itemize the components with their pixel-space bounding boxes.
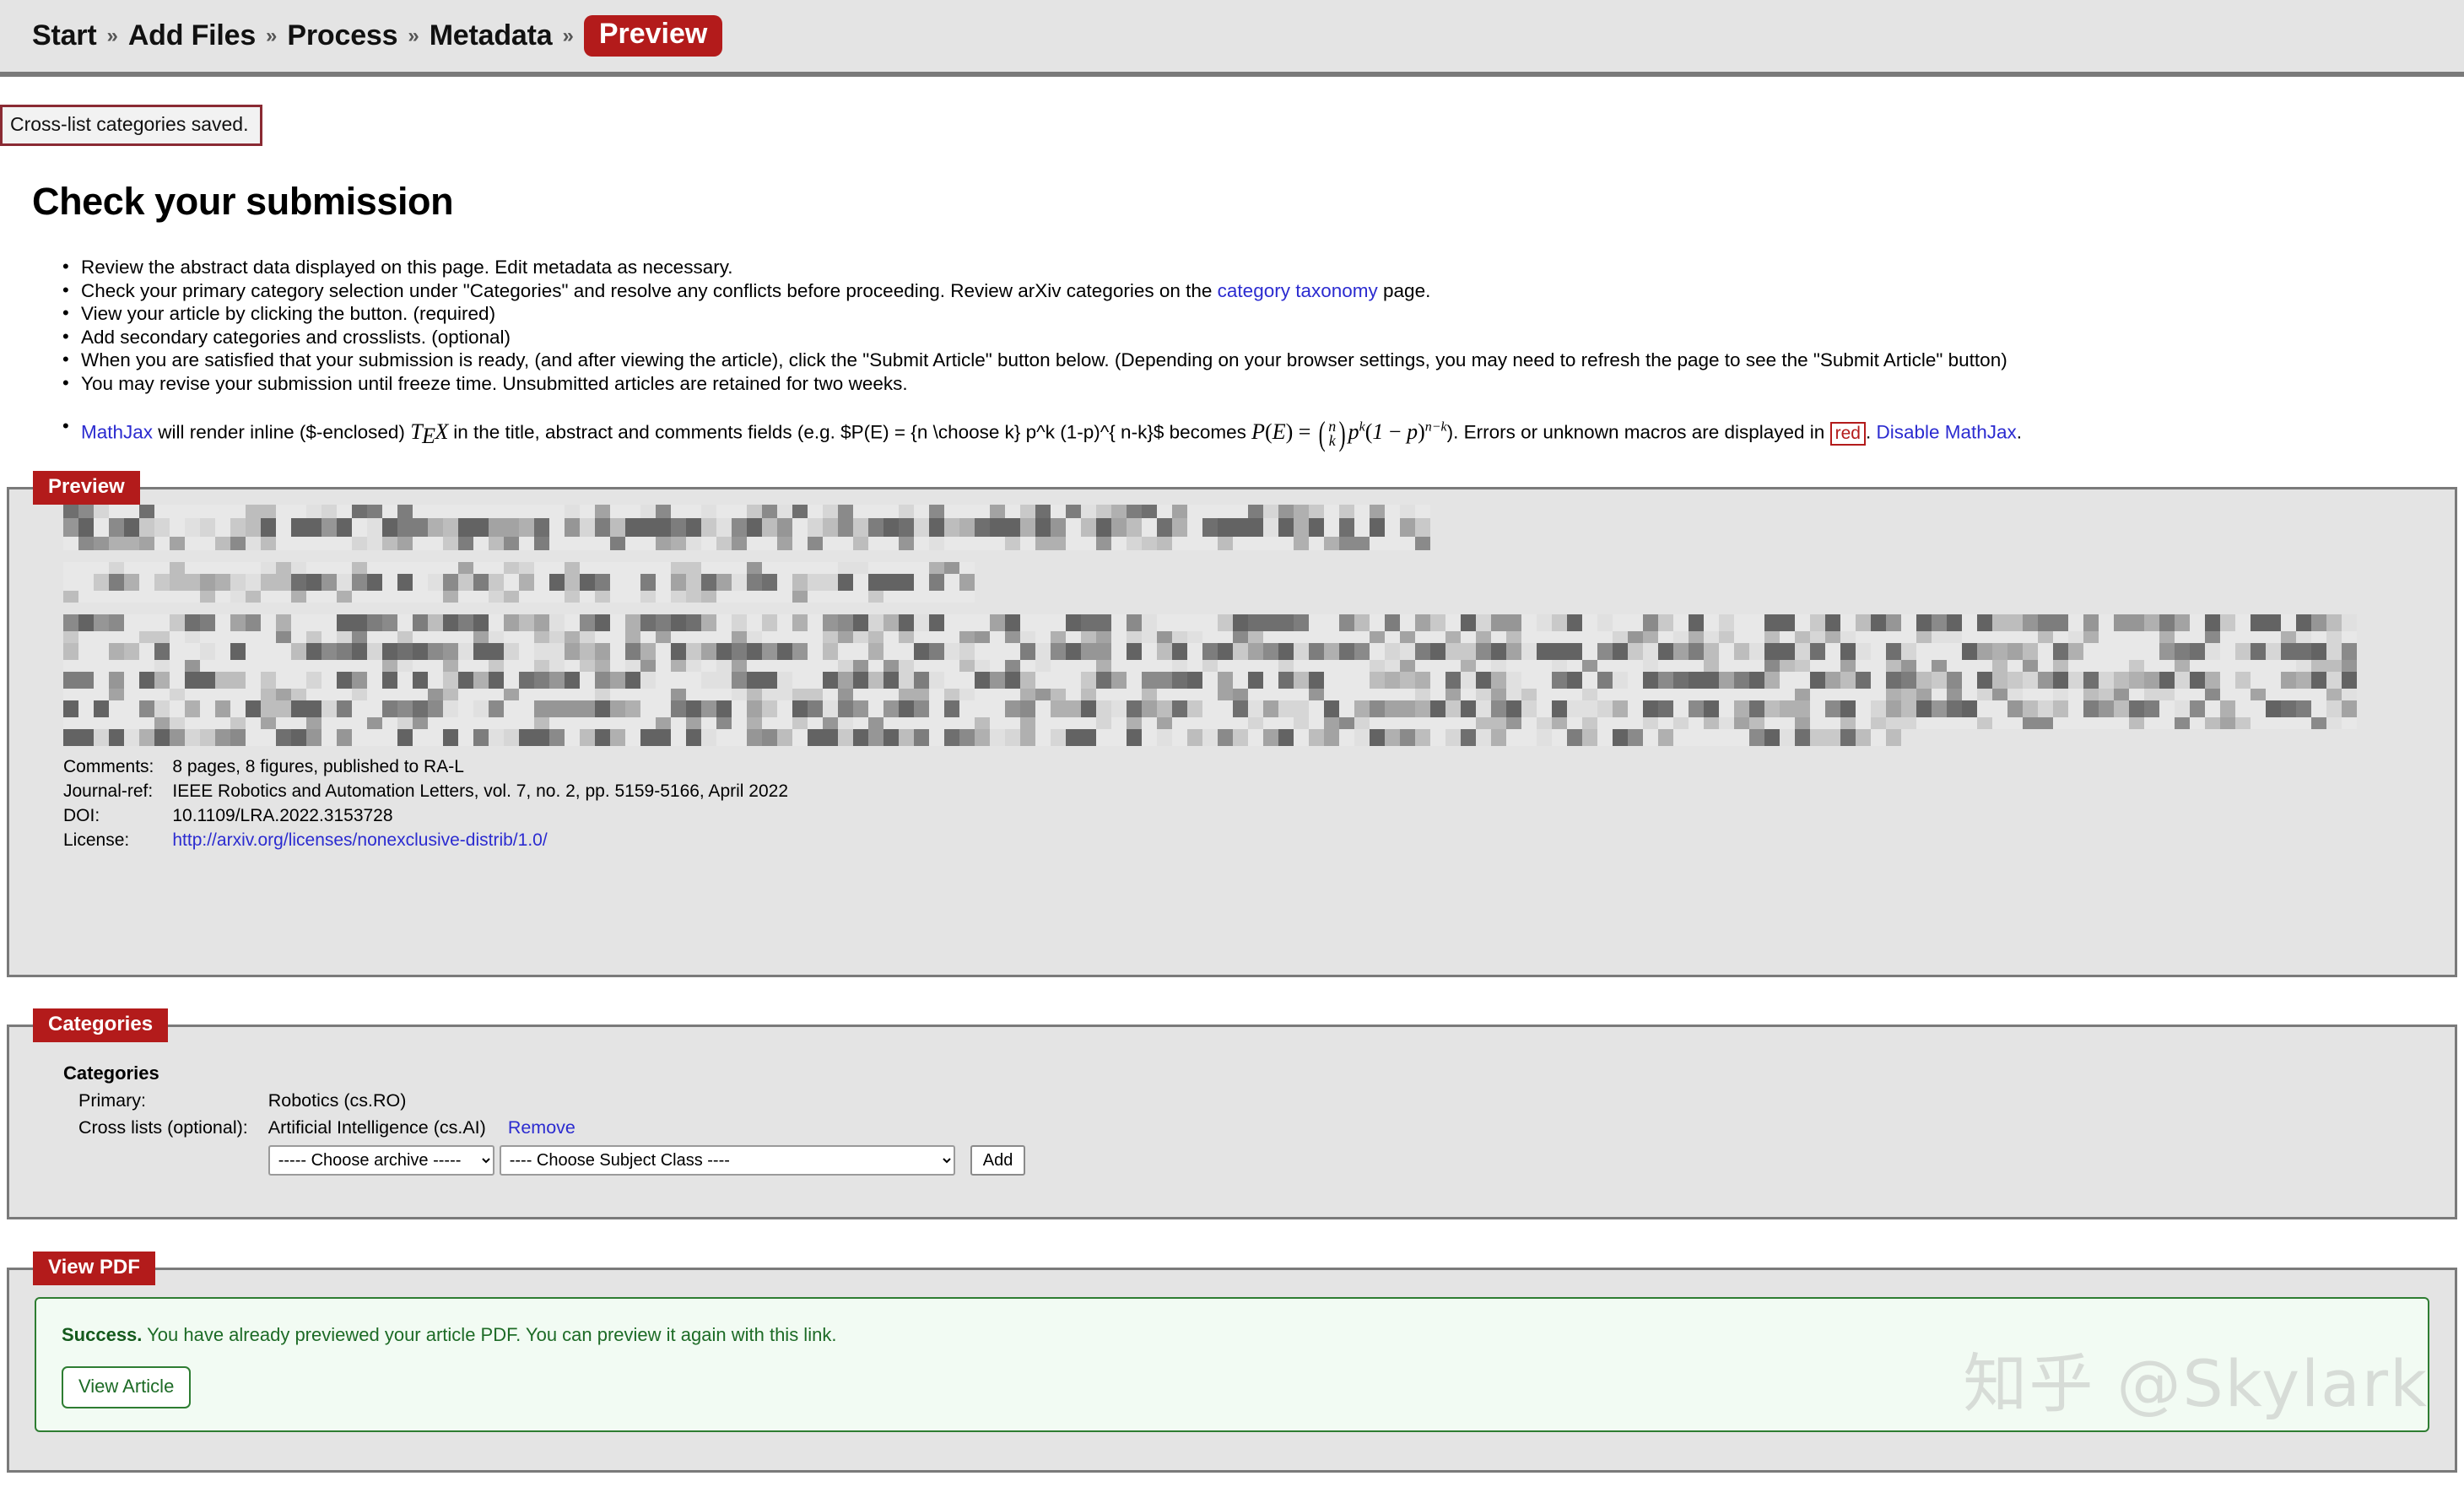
page-title: Check your submission <box>32 180 454 223</box>
instruction-text: ). Errors or unknown macros are displaye… <box>1446 421 1830 443</box>
preview-panel-legend: Preview <box>33 471 140 506</box>
breadcrumb-step-process[interactable]: Process <box>287 19 397 52</box>
breadcrumb-step-start[interactable]: Start <box>32 19 97 52</box>
view-pdf-panel-legend: View PDF <box>33 1252 155 1286</box>
add-category-button[interactable]: Add <box>970 1145 1026 1176</box>
breadcrumb-separator: » <box>106 24 118 47</box>
metadata-label: Comments: <box>63 757 154 777</box>
instruction-text: View your article by clicking the button… <box>81 303 496 324</box>
instruction-text: in the title, abstract and comments fiel… <box>447 421 1252 443</box>
categories-table: Primary: Robotics (cs.RO) Cross lists (o… <box>78 1089 1026 1181</box>
metadata-value: IEEE Robotics and Automation Letters, vo… <box>172 781 788 802</box>
metadata-row-comments: Comments: 8 pages, 8 figures, published … <box>63 758 788 782</box>
instruction-text: . <box>1865 421 1877 443</box>
success-message-text: You have already previewed your article … <box>142 1324 837 1346</box>
breadcrumb-step-metadata[interactable]: Metadata <box>430 19 553 52</box>
redacted-title-block <box>63 505 2455 551</box>
categories-heading: Categories <box>63 1062 159 1084</box>
metadata-label: Journal-ref: <box>63 781 154 802</box>
instruction-item-secondary-categories: Add secondary categories and crosslists.… <box>62 325 2464 349</box>
metadata-label: DOI: <box>63 806 100 826</box>
instruction-item-submit: When you are satisfied that your submiss… <box>62 348 2464 372</box>
disable-mathjax-link[interactable]: Disable MathJax <box>1876 422 2016 443</box>
breadcrumb-step-add-files[interactable]: Add Files <box>128 19 256 52</box>
metadata-value: 10.1109/LRA.2022.3153728 <box>172 806 393 826</box>
redacted-authors-block <box>63 562 2455 603</box>
instruction-item-revise: You may revise your submission until fre… <box>62 371 2464 396</box>
instruction-text: Check your primary category selection un… <box>81 279 1218 301</box>
instruction-text: Review the abstract data displayed on th… <box>81 257 733 278</box>
flash-message-crosslist-saved: Cross-list categories saved. <box>0 105 262 146</box>
crosslist-label: Cross lists (optional): <box>78 1117 248 1138</box>
metadata-value: 8 pages, 8 figures, published to RA-L <box>172 757 464 777</box>
breadcrumb-separator: » <box>562 24 574 47</box>
categories-panel: Categories Categories Primary: Robotics … <box>7 1008 2457 1220</box>
view-article-button[interactable]: View Article <box>62 1365 192 1408</box>
breadcrumb-step-preview-current[interactable]: Preview <box>583 15 723 57</box>
pdf-success-message: Success. You have already previewed your… <box>62 1324 2428 1346</box>
view-pdf-panel: View PDF Success. You have already previ… <box>7 1252 2457 1473</box>
add-crosslist-row: ----- Choose archive ----- ---- Choose S… <box>267 1145 1026 1176</box>
license-link[interactable]: http://arxiv.org/licenses/nonexclusive-d… <box>172 830 547 850</box>
metadata-row-doi: DOI: 10.1109/LRA.2022.3153728 <box>63 807 788 831</box>
preview-panel: Preview Comments: 8 pages, 8 figures, pu… <box>7 471 2457 978</box>
mathjax-link[interactable]: MathJax <box>81 422 153 443</box>
mathjax-rendered-formula: P(E) = (n k) pk(1 − p)n−k <box>1251 414 1447 452</box>
red-error-sample: red <box>1829 421 1866 446</box>
metadata-row-license: License: http://arxiv.org/licenses/nonex… <box>63 831 788 856</box>
crosslist-value: Artificial Intelligence (cs.AI) <box>267 1117 486 1138</box>
category-taxonomy-link[interactable]: category taxonomy <box>1218 280 1378 301</box>
metadata-label: License: <box>63 830 130 851</box>
categories-row-primary: Primary: Robotics (cs.RO) <box>78 1089 1025 1116</box>
pdf-success-alert: Success. You have already previewed your… <box>35 1297 2429 1433</box>
instruction-item-review: Review the abstract data displayed on th… <box>62 255 2464 279</box>
instruction-text: Add secondary categories and crosslists.… <box>81 326 511 348</box>
instruction-text: . <box>2016 421 2023 443</box>
breadcrumb-separator: » <box>408 24 419 47</box>
categories-row-crosslist: Cross lists (optional): Artificial Intel… <box>78 1116 1026 1181</box>
instruction-text: You may revise your submission until fre… <box>81 372 908 394</box>
tex-logo: TEX <box>410 419 448 448</box>
categories-panel-legend: Categories <box>33 1008 169 1043</box>
instruction-item-mathjax: MathJax will render inline ($-enclosed) … <box>62 414 2464 452</box>
breadcrumb-nav: Start » Add Files » Process » Metadata »… <box>0 0 2464 77</box>
instruction-text-tail: page. <box>1377 279 1431 301</box>
article-metadata-table: Comments: 8 pages, 8 figures, published … <box>63 758 788 856</box>
instruction-text: When you are satisfied that your submiss… <box>81 349 2007 370</box>
metadata-row-journal-ref: Journal-ref: IEEE Robotics and Automatio… <box>63 782 788 807</box>
subject-class-select[interactable]: ---- Choose Subject Class ---- <box>499 1145 955 1176</box>
primary-category-label: Primary: <box>78 1090 147 1111</box>
instructions-list: Review the abstract data displayed on th… <box>0 255 2464 452</box>
breadcrumb-separator: » <box>266 24 278 47</box>
instruction-item-categories: Check your primary category selection un… <box>62 278 2464 303</box>
instruction-item-view-article: View your article by clicking the button… <box>62 301 2464 326</box>
primary-category-value: Robotics (cs.RO) <box>267 1090 407 1111</box>
remove-crosslist-link[interactable]: Remove <box>508 1117 575 1138</box>
instruction-text: will render inline ($-enclosed) <box>153 421 411 443</box>
flash-message-area: Cross-list categories saved. <box>0 77 2464 146</box>
success-strong-label: Success. <box>62 1324 143 1346</box>
redacted-abstract-block <box>63 614 2455 747</box>
archive-select[interactable]: ----- Choose archive ----- <box>267 1145 494 1176</box>
